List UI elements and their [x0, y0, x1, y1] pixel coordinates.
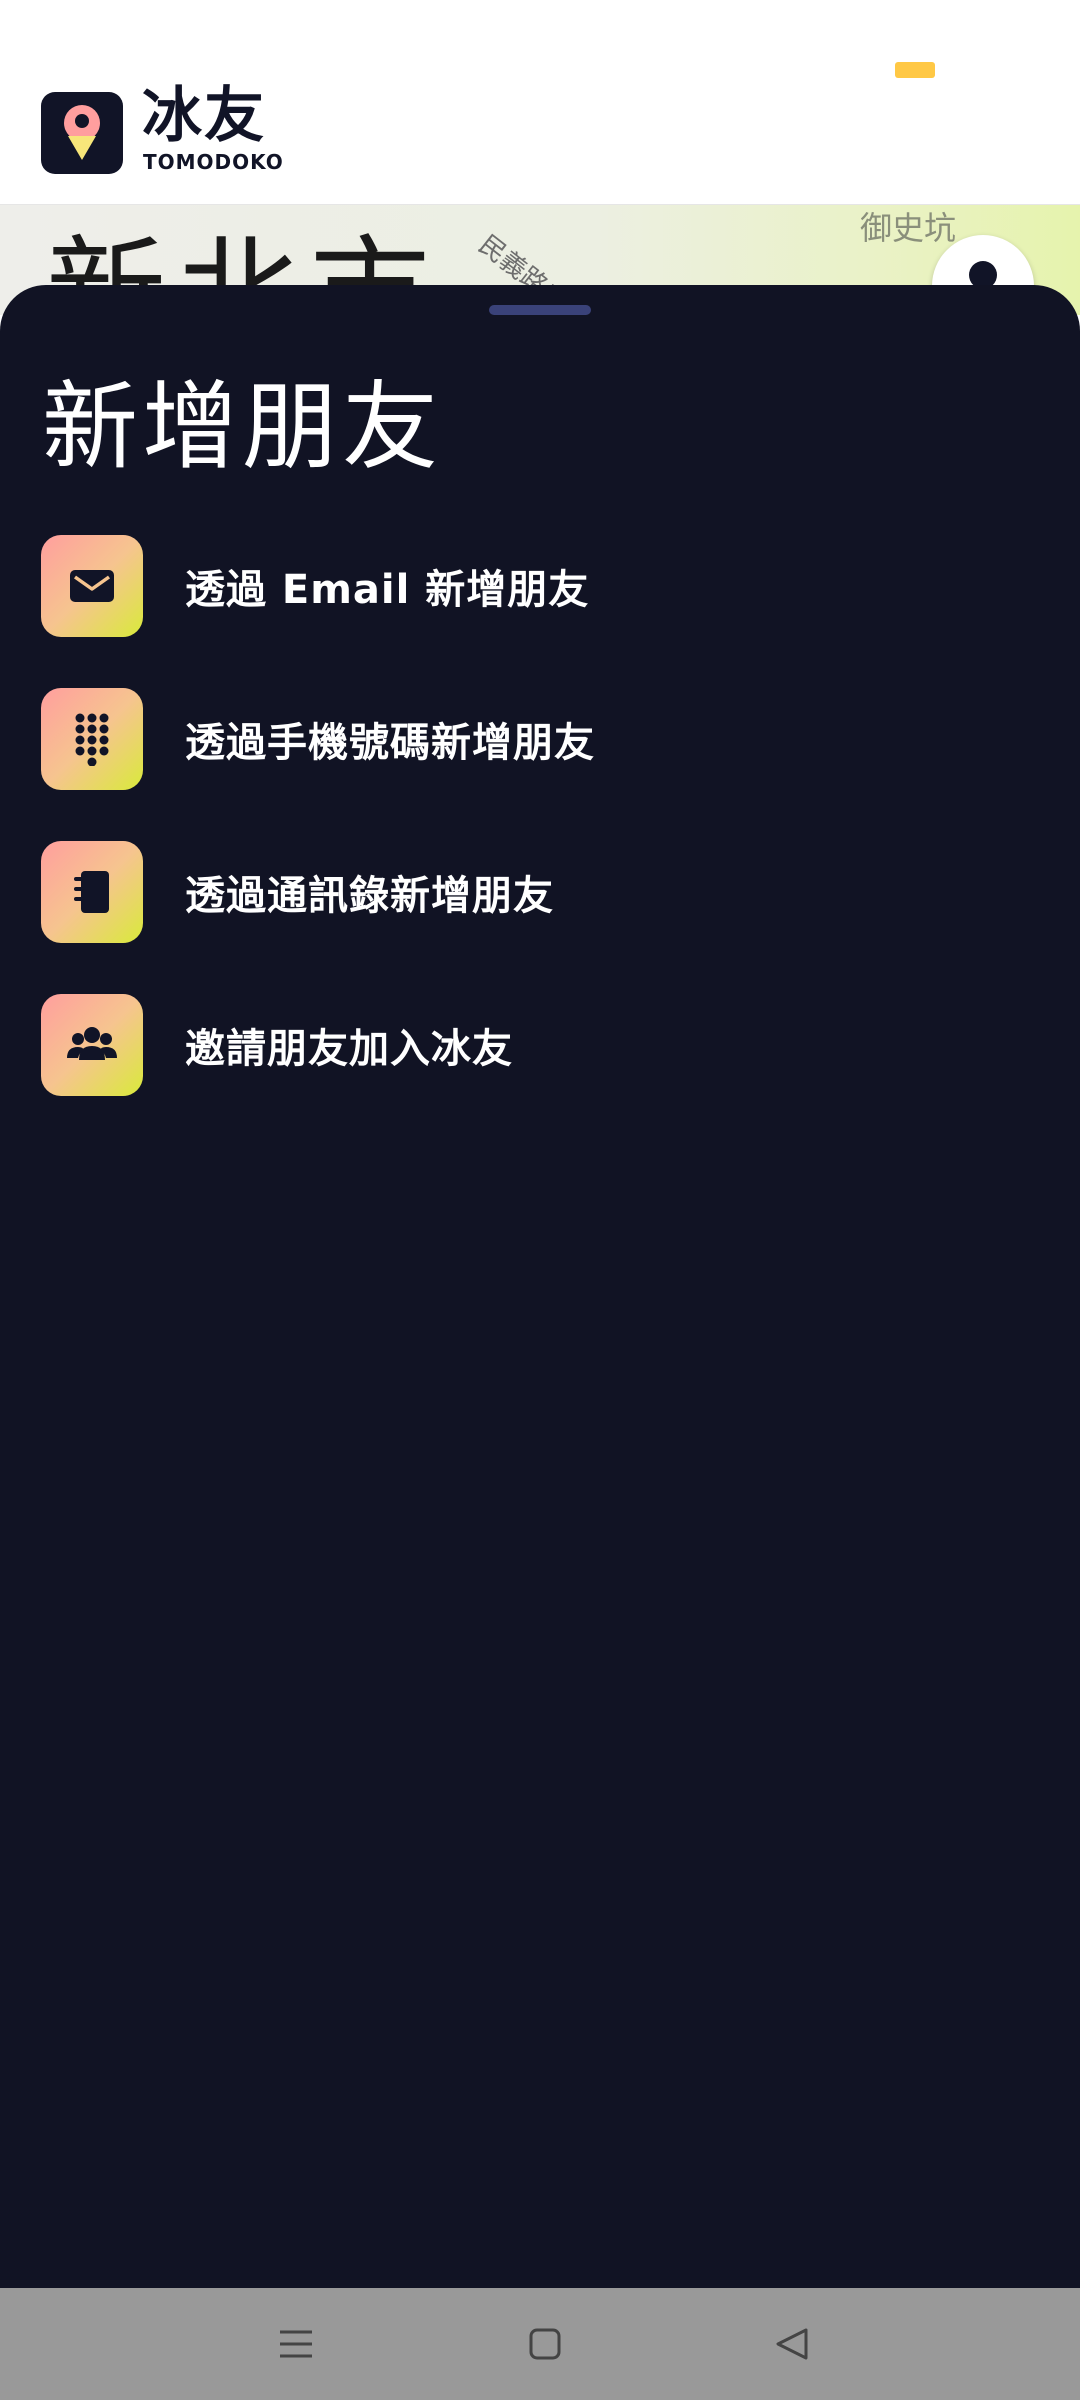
- group-icon: [41, 994, 143, 1096]
- map-place-label: 御史坑: [860, 209, 957, 247]
- home-square-icon[interactable]: [515, 2314, 575, 2374]
- add-by-phone-label: 透過手機號碼新增朋友: [185, 720, 595, 766]
- status-indicator: [895, 62, 935, 78]
- app-logo-icon: [41, 92, 123, 174]
- sheet-drag-handle[interactable]: [489, 305, 591, 315]
- keypad-icon: [41, 688, 143, 790]
- app-logo-text: 冰友: [142, 81, 266, 151]
- add-friend-sheet: 新增朋友 透過 Email 新增朋友 透過手機號碼新增朋友 透過通訊錄新增朋友 …: [0, 285, 1080, 2288]
- envelope-icon: [41, 535, 143, 637]
- menu-icon[interactable]: [266, 2314, 326, 2374]
- system-nav-bar: [0, 2288, 1080, 2400]
- app-screen: 冰友 TOMODOKO 新北市 民義路二段 御史坑 新增朋友 透過 Email …: [0, 0, 1080, 2400]
- back-triangle-icon[interactable]: [762, 2314, 822, 2374]
- invite-friends-label: 邀請朋友加入冰友: [185, 1026, 513, 1072]
- add-by-email-label: 透過 Email 新增朋友: [185, 567, 590, 613]
- sheet-title: 新增朋友: [42, 371, 442, 483]
- add-by-contacts-label: 透過通訊錄新增朋友: [185, 873, 554, 919]
- invite-friends-option[interactable]: 邀請朋友加入冰友: [41, 994, 741, 1096]
- add-by-email-option[interactable]: 透過 Email 新增朋友: [41, 535, 741, 637]
- add-by-phone-option[interactable]: 透過手機號碼新增朋友: [41, 688, 741, 790]
- app-logo-subtext: TOMODOKO: [143, 150, 284, 174]
- app-header: 冰友 TOMODOKO: [0, 0, 1080, 205]
- add-by-contacts-option[interactable]: 透過通訊錄新增朋友: [41, 841, 741, 943]
- contacts-book-icon: [41, 841, 143, 943]
